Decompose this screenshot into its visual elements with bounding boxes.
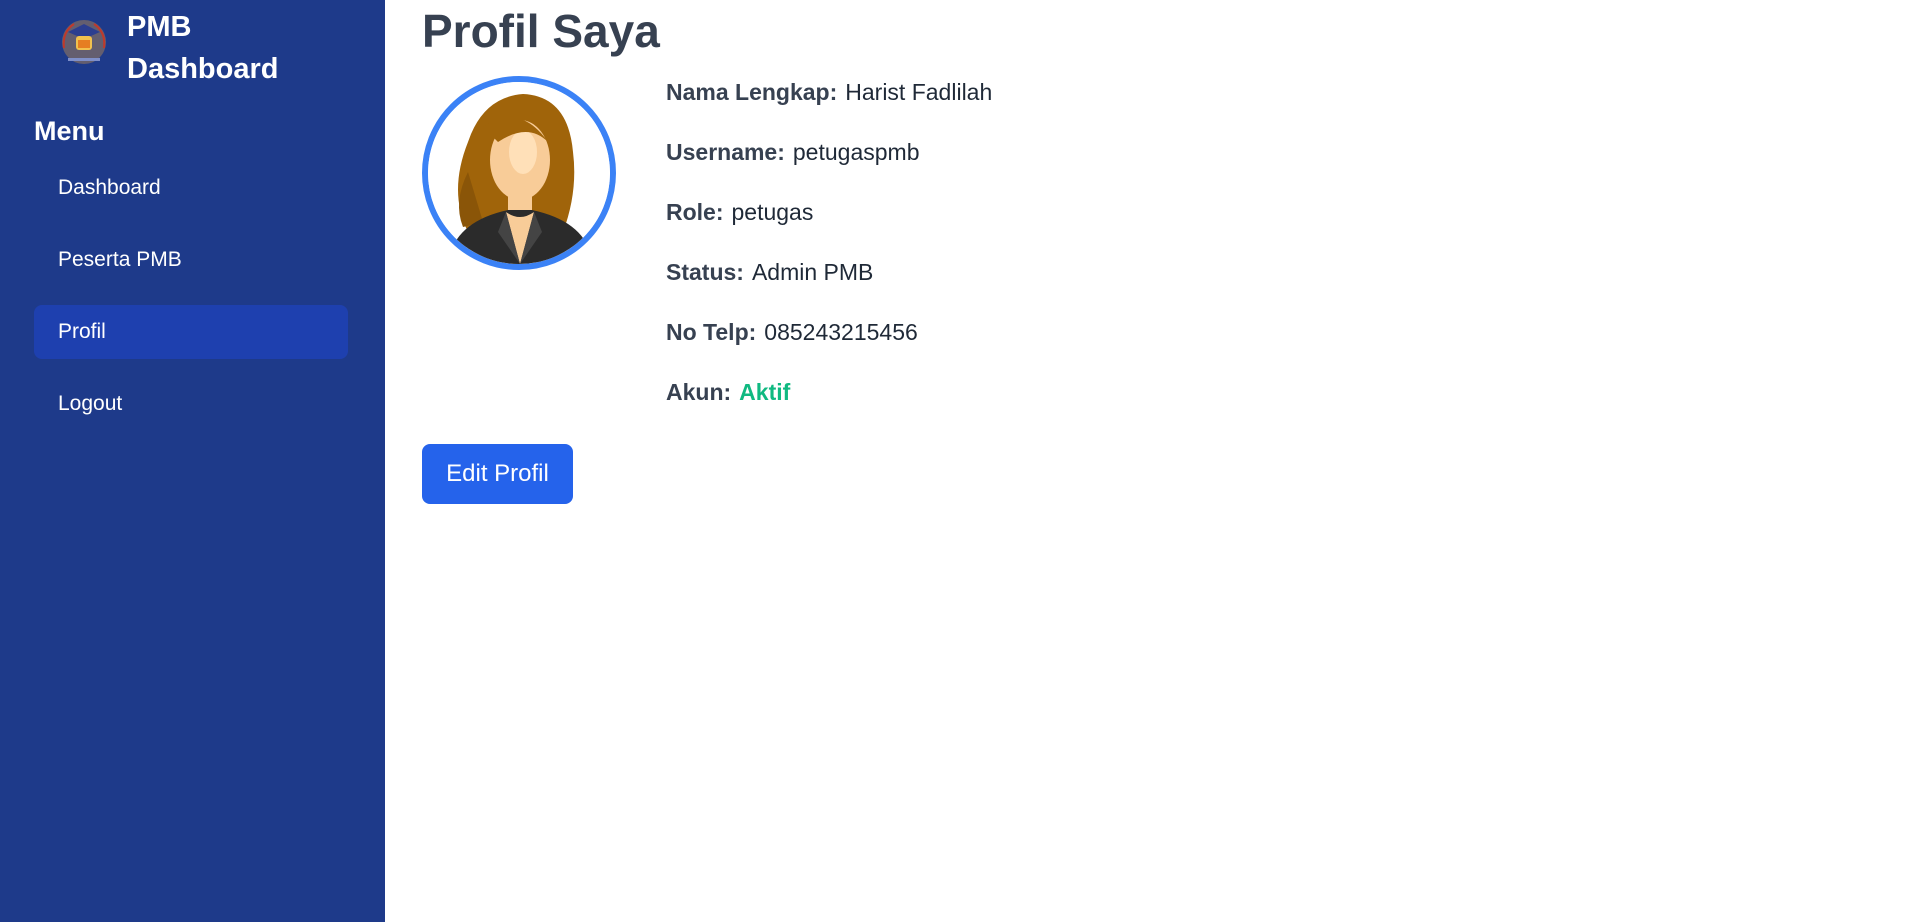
page-title: Profil Saya bbox=[422, 5, 660, 57]
field-label: Status: bbox=[666, 259, 744, 285]
avatar bbox=[422, 76, 616, 270]
brand: PMB Dashboard bbox=[34, 0, 348, 90]
field-label: Nama Lengkap: bbox=[666, 79, 838, 105]
profile-details: Nama Lengkap: Harist Fadlilah Username: pe… bbox=[666, 78, 992, 438]
sidebar-item-peserta-pmb[interactable]: Peserta PMB bbox=[34, 233, 348, 287]
brand-title: PMB Dashboard bbox=[127, 11, 279, 85]
field-role: Role: petugas bbox=[666, 198, 992, 258]
sidebar: PMB Dashboard Menu Dashboard Peserta PMB… bbox=[0, 0, 385, 922]
sidebar-nav: Dashboard Peserta PMB Profil Logout bbox=[34, 161, 348, 431]
field-label: Role: bbox=[666, 199, 724, 225]
field-label: Akun: bbox=[666, 379, 732, 405]
profile-card: Nama Lengkap: Harist Fadlilah Username: pe… bbox=[422, 76, 1909, 438]
sidebar-item-profil[interactable]: Profil bbox=[34, 305, 348, 359]
university-logo-icon bbox=[62, 20, 106, 64]
field-username: Username: petugaspmb bbox=[666, 138, 992, 198]
field-nama-lengkap: Nama Lengkap: Harist Fadlilah bbox=[666, 78, 992, 138]
field-value: petugaspmb bbox=[792, 139, 920, 165]
field-value: Admin PMB bbox=[751, 259, 874, 285]
field-value: 085243215456 bbox=[764, 319, 918, 345]
sidebar-item-logout[interactable]: Logout bbox=[34, 377, 348, 431]
field-label: Username: bbox=[666, 139, 785, 165]
main-content: Profil Saya Nama Lengkap: Harist Fadlila… bbox=[385, 0, 1909, 922]
field-value: petugas bbox=[731, 199, 814, 225]
sidebar-item-dashboard[interactable]: Dashboard bbox=[34, 161, 348, 215]
field-value: Harist Fadlilah bbox=[845, 79, 993, 105]
edit-profile-button[interactable]: Edit Profil bbox=[422, 444, 573, 504]
app: PMB Dashboard Menu Dashboard Peserta PMB… bbox=[0, 0, 1909, 922]
field-label: No Telp: bbox=[666, 319, 757, 345]
field-no-telp: No Telp: 085243215456 bbox=[666, 318, 992, 378]
user-avatar-icon bbox=[428, 82, 610, 264]
menu-heading: Menu bbox=[34, 116, 105, 146]
account-status-badge: Aktif bbox=[739, 379, 791, 405]
field-akun: Akun: Aktif bbox=[666, 378, 992, 438]
field-status: Status: Admin PMB bbox=[666, 258, 992, 318]
